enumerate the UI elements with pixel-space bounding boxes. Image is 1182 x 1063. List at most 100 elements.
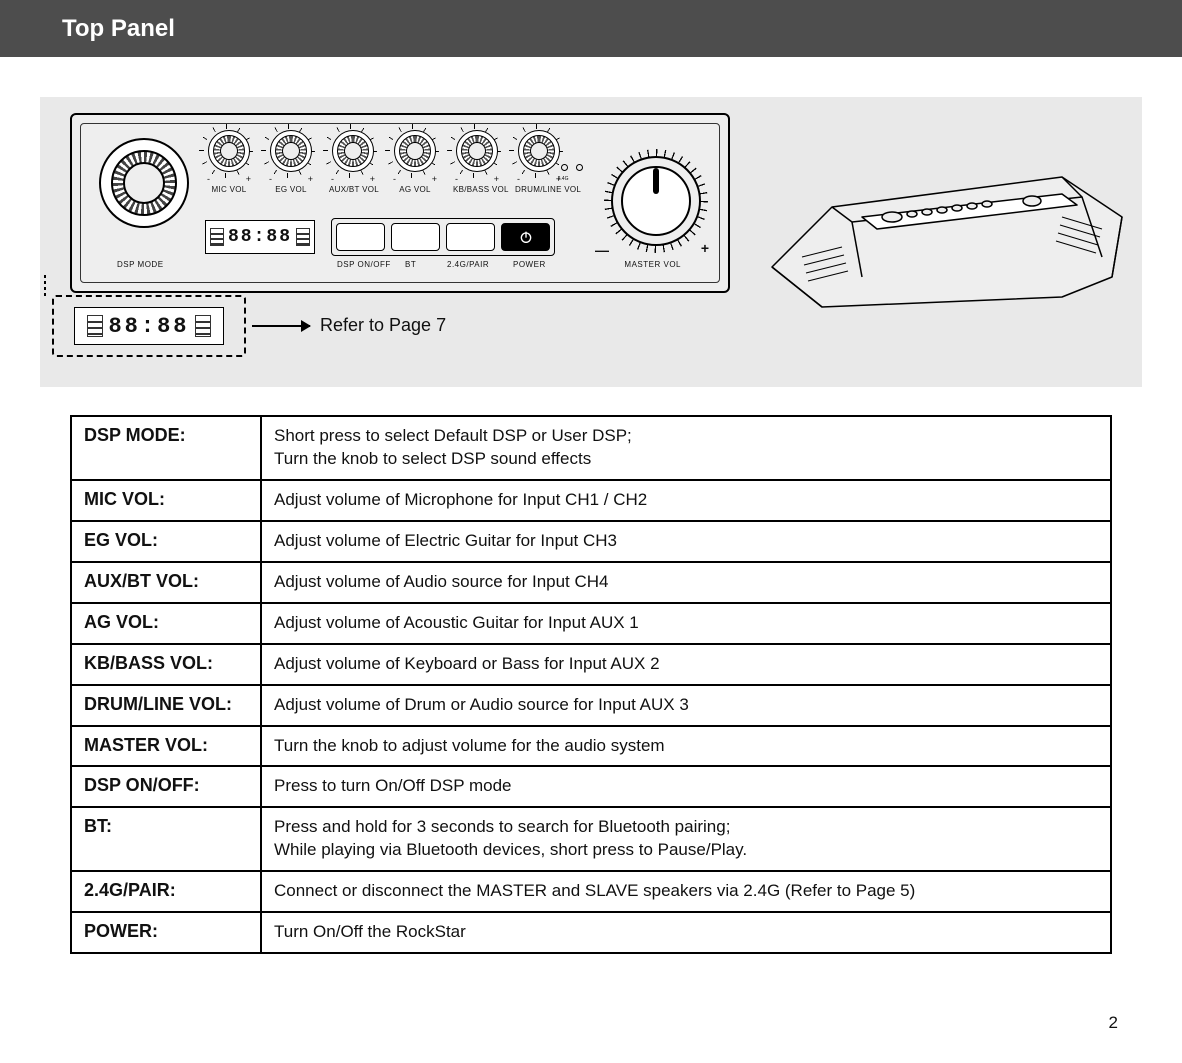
lcd-callout-text: 88:88 [108,314,189,339]
small-knob-row: - + MIC VOL - + EG VOL [205,130,563,194]
knob-icon [208,130,250,172]
table-row: AUX/BT VOL: Adjust volume of Audio sourc… [72,561,1110,602]
control-label: AUX/BT VOL: [72,563,262,602]
refer-text: Refer to Page 7 [320,315,446,336]
indicator-dot-icon [561,164,568,171]
control-label: KB/BASS VOL: [72,645,262,684]
lcd-bars-icon [296,228,310,246]
dsp-mode-knob-icon [99,138,189,228]
page-title: Top Panel [0,15,175,43]
lcd-text: 88:88 [228,227,292,247]
power-button-icon [501,223,550,251]
knob-unit-ag-vol: - + AG VOL [391,130,439,194]
knob-unit-aux-bt-vol: - + AUX/BT VOL [329,130,377,194]
control-desc: Adjust volume of Drum or Audio source fo… [262,686,1110,725]
btn-label-bt: BT [405,260,416,269]
knob-unit-kb-bass-vol: - + KB/BASS VOL [453,130,501,194]
knob-minus: - [517,174,520,184]
control-label: MIC VOL: [72,481,262,520]
control-label: BT: [72,808,262,870]
control-desc: Connect or disconnect the MASTER and SLA… [262,872,1110,911]
knob-label: AUX/BT VOL [329,185,377,194]
table-row: DSP MODE: Short press to select Default … [72,417,1110,479]
btn-label-pair: 2.4G/PAIR [447,260,489,269]
knob-plus: + [432,174,437,184]
control-desc: Adjust volume of Keyboard or Bass for In… [262,645,1110,684]
knob-icon [394,130,436,172]
lcd-bars-icon [195,315,211,337]
panel-button-group [331,218,555,256]
table-row: MIC VOL: Adjust volume of Microphone for… [72,479,1110,520]
control-desc: Turn On/Off the RockStar [262,913,1110,952]
illustration-area: DSP MODE - + MIC VOL [40,97,1142,387]
master-vol-label: MASTER VOL [624,260,681,269]
knob-minus: - [331,174,334,184]
front-panel-diagram: DSP MODE - + MIC VOL [70,113,730,293]
control-label: POWER: [72,913,262,952]
controls-table: DSP MODE: Short press to select Default … [70,415,1112,954]
table-row: 2.4G/PAIR: Connect or disconnect the MAS… [72,870,1110,911]
lcd-display-icon: 88:88 [205,220,315,254]
control-desc: Turn the knob to adjust volume for the a… [262,727,1110,766]
arrow-icon [252,325,310,327]
table-row: POWER: Turn On/Off the RockStar [72,911,1110,952]
knob-label: AG VOL [391,185,439,194]
knob-plus: + [308,174,313,184]
table-row: BT: Press and hold for 3 seconds to sear… [72,806,1110,870]
master-vol-knob-icon [611,156,701,246]
knob-label: KB/BASS VOL [453,185,501,194]
control-label: DSP ON/OFF: [72,767,262,806]
knob-minus: - [269,174,272,184]
knob-minus: - [455,174,458,184]
table-row: KB/BASS VOL: Adjust volume of Keyboard o… [72,643,1110,684]
knob-unit-drum-line-vol: - + DRUM/LINE VOL [515,130,563,194]
control-label: AG VOL: [72,604,262,643]
indicator-lights: 2.4G [555,164,589,184]
table-row: AG VOL: Adjust volume of Acoustic Guitar… [72,602,1110,643]
knob-minus: - [393,174,396,184]
lcd-bars-icon [87,315,103,337]
pair-button-icon [446,223,495,251]
control-desc: Adjust volume of Audio source for Input … [262,563,1110,602]
control-label: MASTER VOL: [72,727,262,766]
device-perspective-icon [762,147,1132,317]
indicator-label-left: 2.4G [555,175,571,184]
knob-plus: + [246,174,251,184]
control-label: DRUM/LINE VOL: [72,686,262,725]
knob-unit-mic-vol: - + MIC VOL [205,130,253,194]
knob-icon [332,130,374,172]
btn-label-dsp: DSP ON/OFF [337,260,391,269]
control-label: 2.4G/PAIR: [72,872,262,911]
bt-button-icon [391,223,440,251]
knob-icon [518,130,560,172]
dsp-on-off-button-icon [336,223,385,251]
knob-label: EG VOL [267,185,315,194]
page-header: Top Panel [0,0,1182,57]
knob-icon [456,130,498,172]
knob-icon [270,130,312,172]
callout-connector-icon [44,275,46,297]
panel-inner: DSP MODE - + MIC VOL [80,123,720,283]
lcd-callout: 88:88 [52,295,246,357]
knob-label: DRUM/LINE VOL [515,185,563,194]
table-row: DRUM/LINE VOL: Adjust volume of Drum or … [72,684,1110,725]
power-icon [518,229,534,245]
control-desc: Press to turn On/Off DSP mode [262,767,1110,806]
page-number: 2 [1109,1013,1118,1033]
knob-label: MIC VOL [205,185,253,194]
control-desc: Adjust volume of Microphone for Input CH… [262,481,1110,520]
control-label: DSP MODE: [72,417,262,479]
table-row: EG VOL: Adjust volume of Electric Guitar… [72,520,1110,561]
knob-plus: + [370,174,375,184]
master-minus: — [595,242,609,258]
lcd-callout-display-icon: 88:88 [74,307,224,345]
table-row: MASTER VOL: Turn the knob to adjust volu… [72,725,1110,766]
control-desc: Press and hold for 3 seconds to search f… [262,808,1110,870]
control-desc: Adjust volume of Acoustic Guitar for Inp… [262,604,1110,643]
master-plus: + [701,240,709,256]
control-desc: Adjust volume of Electric Guitar for Inp… [262,522,1110,561]
indicator-dot-icon [576,164,583,171]
table-row: DSP ON/OFF: Press to turn On/Off DSP mod… [72,765,1110,806]
control-desc: Short press to select Default DSP or Use… [262,417,1110,479]
dsp-mode-label: DSP MODE [117,260,164,269]
